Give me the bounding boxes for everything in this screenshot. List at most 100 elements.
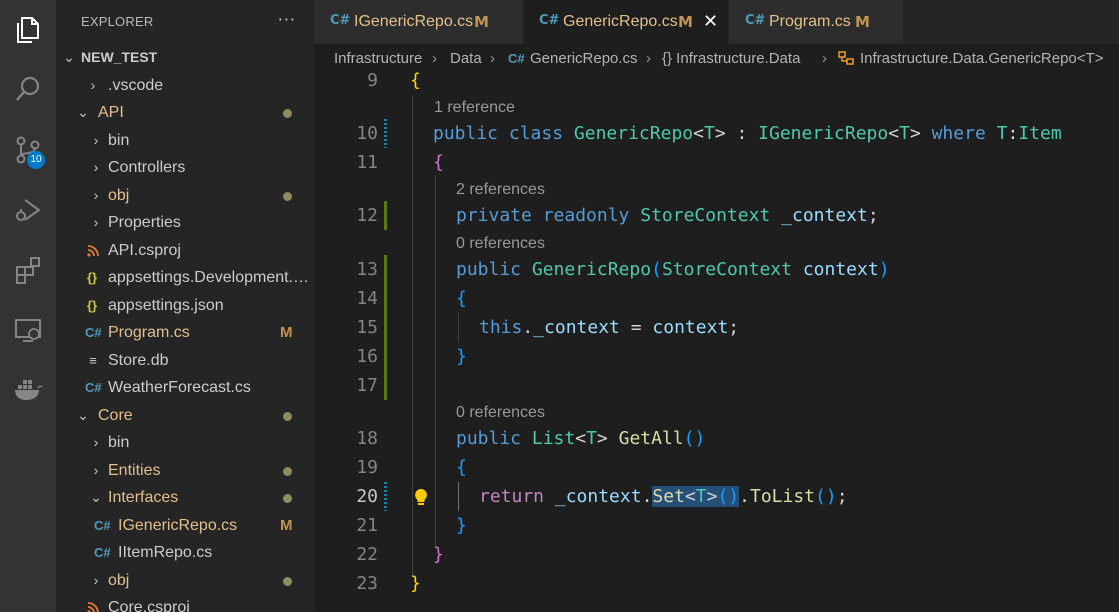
code-token: < xyxy=(684,486,696,507)
tree-label: API xyxy=(98,104,124,121)
code-lens[interactable]: 2 references xyxy=(456,176,545,203)
chevron-right-icon: › xyxy=(93,434,99,450)
code-lens[interactable]: 0 references xyxy=(456,230,545,257)
code-token: () xyxy=(815,486,837,507)
code-token: . xyxy=(522,317,534,338)
file-tree: ⌄ NEW_TEST › .vscode ⌄ API › bin › Contr… xyxy=(56,44,314,612)
tree-item-core-bin[interactable]: › bin xyxy=(56,429,314,457)
line-number: 22 xyxy=(356,544,378,565)
tree-item-vscode[interactable]: › .vscode xyxy=(56,72,314,100)
code-lens[interactable]: 1 reference xyxy=(434,94,515,121)
chevron-down-icon: ⌄ xyxy=(77,104,89,120)
tree-item-api-obj[interactable]: › obj xyxy=(56,182,314,210)
code-token: > xyxy=(706,486,718,507)
code-lens[interactable]: 0 references xyxy=(456,399,545,426)
remote-explorer-icon[interactable] xyxy=(0,302,56,358)
code-token: > xyxy=(596,428,608,449)
tree-item-program[interactable]: C# Program.cs M xyxy=(56,319,314,347)
tree-root[interactable]: ⌄ NEW_TEST xyxy=(56,44,314,72)
modified-dot xyxy=(283,466,292,476)
tree-item-properties[interactable]: › Properties xyxy=(56,209,314,237)
code-line: public class GenericRepo<T> : IGenericRe… xyxy=(433,119,1062,148)
breadcrumb-item[interactable]: GenericRepo.cs xyxy=(530,44,638,74)
csharp-icon: C# xyxy=(94,545,111,560)
code-token: ; xyxy=(867,205,879,226)
code-token: < xyxy=(575,428,587,449)
csharp-icon: C# xyxy=(539,13,560,28)
git-added-marker[interactable] xyxy=(384,255,387,400)
modified-badge: M xyxy=(474,13,489,31)
tab-igenericrepo[interactable]: C# IGenericRepo.cs M xyxy=(314,0,523,44)
chevron-right-icon: › xyxy=(93,131,99,148)
code-token: T xyxy=(586,428,597,449)
source-control-icon[interactable] xyxy=(0,122,56,178)
code-line: { xyxy=(456,284,467,313)
code-token: { xyxy=(456,457,467,478)
code-token: _context xyxy=(554,486,642,507)
indent-guide xyxy=(435,176,436,548)
csharp-icon: C# xyxy=(508,51,525,66)
json-icon: {} xyxy=(86,297,98,313)
selection[interactable]: Set<T>() xyxy=(652,486,740,507)
tree-item-core[interactable]: ⌄ Core xyxy=(56,402,314,430)
indent-guide xyxy=(458,482,459,511)
code-token: T xyxy=(695,486,707,507)
tree-item-storedb[interactable]: ≡ Store.db xyxy=(56,347,314,375)
code-line: } xyxy=(433,540,444,569)
git-modified-marker[interactable] xyxy=(384,482,387,511)
tree-item-entities[interactable]: › Entities xyxy=(56,457,314,485)
csharp-icon: C# xyxy=(94,517,111,533)
tree-item-api[interactable]: ⌄ API xyxy=(56,99,314,127)
code-token: < xyxy=(888,123,900,144)
code-token: public xyxy=(456,259,522,280)
tree-item-weatherforecast[interactable]: C# WeatherForecast.cs xyxy=(56,374,314,402)
close-icon[interactable]: ✕ xyxy=(703,0,718,44)
code-token: . xyxy=(739,486,750,507)
code-token: { xyxy=(456,288,467,309)
chevron-down-icon: ⌄ xyxy=(90,489,102,505)
tree-item-interfaces[interactable]: ⌄ Interfaces xyxy=(56,484,314,512)
tree-item-api-csproj[interactable]: API.csproj xyxy=(56,237,314,265)
tree-item-core-csproj[interactable]: Core.csproj xyxy=(56,594,314,612)
git-added-marker[interactable] xyxy=(384,201,387,230)
breadcrumb-item[interactable]: Data xyxy=(450,44,482,74)
more-actions-icon[interactable]: ··· xyxy=(278,0,296,44)
tree-item-core-obj[interactable]: › obj xyxy=(56,567,314,595)
tree-item-appsettings-dev[interactable]: {} appsettings.Development.json xyxy=(56,264,314,292)
tree-label: IGenericRepo.cs xyxy=(118,516,238,534)
run-debug-icon[interactable] xyxy=(0,182,56,238)
breadcrumb-item[interactable]: Infrastructure.Data.GenericRepo<T> xyxy=(860,44,1103,74)
git-modified-marker[interactable] xyxy=(384,119,387,148)
tree-item-controllers[interactable]: › Controllers xyxy=(56,154,314,182)
code-token: ; xyxy=(836,486,848,507)
code-token: Set xyxy=(652,486,685,507)
editor-tabs: C# IGenericRepo.cs M C# GenericRepo.cs M… xyxy=(314,0,1119,44)
tree-item-iitemrepo[interactable]: C# IItemRepo.cs xyxy=(56,539,314,567)
code-line: } xyxy=(410,569,421,598)
extensions-icon[interactable] xyxy=(0,242,56,298)
tree-item-api-bin[interactable]: › bin xyxy=(56,127,314,155)
tree-label: bin xyxy=(108,434,130,451)
modified-dot xyxy=(283,109,292,118)
tab-program[interactable]: C# Program.cs M xyxy=(729,0,903,44)
docker-icon[interactable] xyxy=(0,362,56,418)
tree-label: obj xyxy=(108,186,130,204)
modified-dot xyxy=(283,576,292,586)
code-token: { xyxy=(410,70,421,91)
code-editor[interactable]: 9 10 11 12 13 14 15 16 17 18 19 20 21 22… xyxy=(314,70,1119,612)
modified-badge: M xyxy=(280,324,293,341)
tree-label: appsettings.Development.json xyxy=(108,269,312,286)
files-icon[interactable] xyxy=(0,2,56,58)
search-icon[interactable] xyxy=(0,61,56,117)
line-number: 13 xyxy=(356,259,378,280)
lightbulb-icon[interactable] xyxy=(412,482,430,511)
chevron-right-icon: › xyxy=(490,50,495,67)
tree-item-appsettings[interactable]: {} appsettings.json xyxy=(56,292,314,320)
chevron-right-icon: › xyxy=(93,461,99,478)
modified-badge: M xyxy=(678,13,693,31)
code-line: public GenericRepo(StoreContext context) xyxy=(456,255,890,284)
breadcrumb-item[interactable]: {} Infrastructure.Data xyxy=(662,44,800,74)
tree-item-igenericrepo[interactable]: C# IGenericRepo.cs M xyxy=(56,512,314,540)
code-token: > xyxy=(714,123,726,144)
tab-genericrepo[interactable]: C# GenericRepo.cs M ✕ xyxy=(524,0,728,44)
